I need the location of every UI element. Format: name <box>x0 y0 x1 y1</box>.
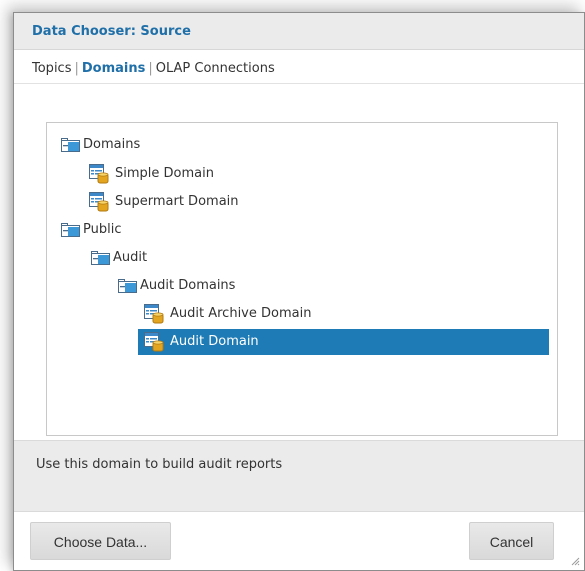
tree-node-label: Supermart Domain <box>115 194 239 209</box>
tree-node-public[interactable]: Public <box>57 219 147 241</box>
data-chooser-dialog: Data Chooser: Source Topics | Domains | OLAP… <box>13 12 585 571</box>
domain-description: Use this domain to build audit reports <box>36 457 283 472</box>
domain-tree[interactable]: Domains Simple Domain Supermart Domain P… <box>46 122 558 436</box>
folder-expanded-icon[interactable] <box>61 138 80 152</box>
folder-expanded-icon[interactable] <box>118 279 137 293</box>
choose-data-button[interactable]: Choose Data... <box>30 522 171 560</box>
domain-table-icon <box>144 304 164 324</box>
tree-node-supermart-domain[interactable]: Supermart Domain <box>87 191 262 213</box>
tab-olap-connections[interactable]: OLAP Connections <box>156 61 275 76</box>
folder-expanded-icon[interactable] <box>91 251 110 265</box>
domain-table-icon <box>144 332 164 352</box>
domain-table-icon <box>89 164 109 184</box>
dialog-title: Data Chooser: Source <box>32 24 191 39</box>
tab-separator: | <box>74 61 79 76</box>
tree-node-simple-domain[interactable]: Simple Domain <box>87 163 227 185</box>
tree-node-label: Public <box>83 222 122 237</box>
tree-node-audit[interactable]: Audit <box>87 247 167 269</box>
tree-node-label: Audit Domain <box>170 334 259 349</box>
tree-node-label: Audit Domains <box>140 278 236 293</box>
tree-node-label: Audit <box>113 250 148 265</box>
tree-node-audit-domain[interactable]: Audit Domain <box>138 329 549 355</box>
tree-node-label: Domains <box>83 137 141 152</box>
cancel-button[interactable]: Cancel <box>469 522 554 560</box>
tree-node-audit-domains[interactable]: Audit Domains <box>114 275 254 297</box>
dialog-titlebar[interactable]: Data Chooser: Source <box>14 13 584 50</box>
tree-node-label: Audit Archive Domain <box>170 306 312 321</box>
tab-domains[interactable]: Domains <box>82 61 146 76</box>
dialog-footer: Choose Data... Cancel <box>14 511 584 570</box>
tab-topics[interactable]: Topics <box>32 61 71 76</box>
folder-expanded-icon[interactable] <box>61 223 80 237</box>
description-panel: Use this domain to build audit reports <box>14 440 584 511</box>
resize-grip-icon[interactable] <box>570 556 580 566</box>
domain-table-icon <box>89 192 109 212</box>
source-tabs: Topics | Domains | OLAP Connections <box>14 51 584 84</box>
tree-node-audit-archive-domain[interactable]: Audit Archive Domain <box>142 303 347 325</box>
tree-node-label: Simple Domain <box>115 166 214 181</box>
tab-separator: | <box>148 61 153 76</box>
tree-node-domains[interactable]: Domains <box>57 134 167 156</box>
